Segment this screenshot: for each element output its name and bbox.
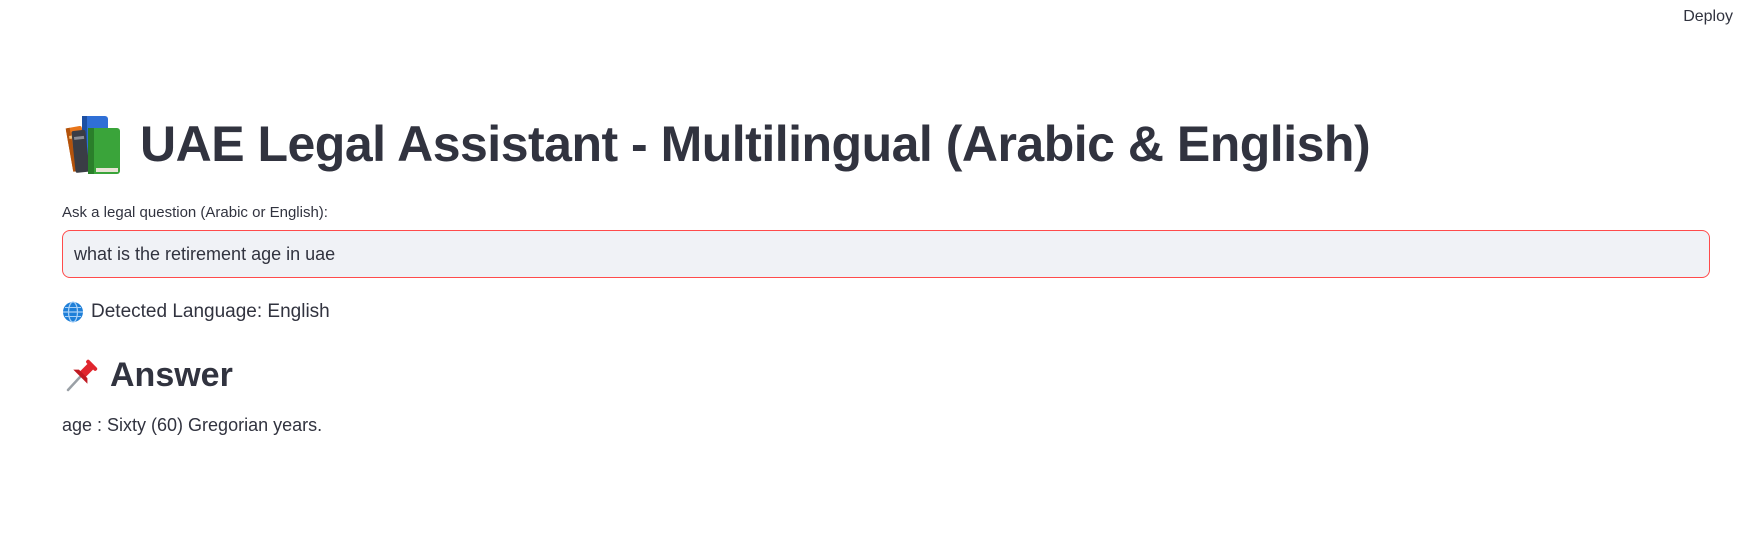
answer-heading: Answer xyxy=(62,355,1710,395)
answer-heading-text: Answer xyxy=(110,355,233,394)
question-label: Ask a legal question (Arabic or English)… xyxy=(62,204,328,221)
page-title-text: UAE Legal Assistant - Multilingual (Arab… xyxy=(140,116,1371,172)
page-title: UAE Legal Assistant - Multilingual (Arab… xyxy=(62,100,1710,188)
pushpin-icon xyxy=(66,359,98,392)
deploy-button[interactable]: Deploy xyxy=(1679,6,1737,28)
detected-language-text: Detected Language: English xyxy=(91,301,330,322)
globe-icon xyxy=(63,301,83,323)
question-input-container[interactable] xyxy=(62,230,1710,278)
main-content: UAE Legal Assistant - Multilingual (Arab… xyxy=(62,100,1710,436)
question-input[interactable] xyxy=(74,243,1698,265)
detected-language: Detected Language: English xyxy=(62,301,1710,323)
answer-text: age : Sixty (60) Gregorian years. xyxy=(62,415,323,435)
books-icon xyxy=(65,116,120,174)
